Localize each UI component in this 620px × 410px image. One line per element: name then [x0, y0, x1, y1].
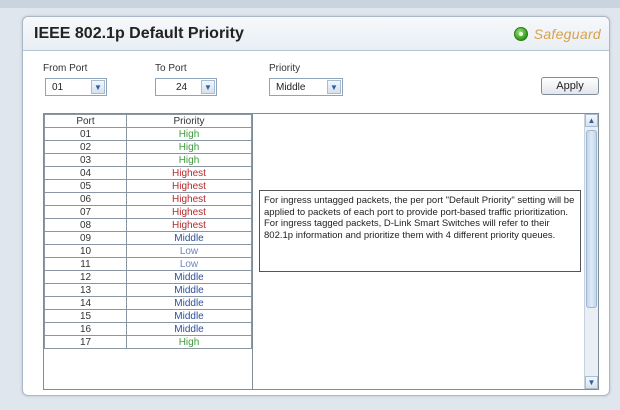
to-port-label: To Port	[155, 63, 187, 74]
port-cell: 07	[44, 205, 127, 219]
status-dot-icon	[513, 27, 528, 41]
port-priority-table: Port Priority 01 High 02 High 03 High 04 Highes…	[44, 114, 252, 349]
priority-select[interactable]: Middle ▼	[269, 78, 343, 96]
port-column-header: Port	[44, 114, 127, 128]
port-cell: 06	[44, 192, 127, 206]
info-text-untagged: For ingress untagged packets, the per po…	[264, 195, 575, 218]
priority-value: Middle	[276, 81, 306, 93]
chevron-down-icon: ▼	[201, 80, 215, 94]
chevron-up-icon[interactable]: ▲	[585, 114, 598, 127]
port-cell: 09	[44, 231, 127, 245]
priority-cell: High	[126, 153, 252, 167]
table-row: 09 Middle	[44, 231, 252, 245]
port-priority-table-container: Port Priority 01 High 02 High 03 High 04 Highes…	[43, 113, 253, 390]
scrollbar-thumb[interactable]	[586, 130, 597, 308]
priority-cell: High	[126, 335, 252, 349]
priority-label: Priority	[269, 63, 301, 74]
port-cell: 04	[44, 166, 127, 180]
vertical-scrollbar[interactable]: ▲ ▼	[584, 114, 598, 389]
priority-cell: Highest	[126, 218, 252, 232]
priority-cell: Highest	[126, 205, 252, 219]
safeguard-indicator[interactable]: Safeguard	[513, 26, 601, 42]
from-port-value: 01	[52, 81, 64, 93]
info-text-tagged: For ingress tagged packets, D-Link Smart…	[264, 218, 556, 241]
main-panel: IEEE 802.1p Default Priority Safeguard F…	[22, 16, 610, 396]
chevron-down-icon[interactable]: ▼	[585, 376, 598, 389]
table-row: 11 Low	[44, 257, 252, 271]
table-row: 15 Middle	[44, 309, 252, 323]
page-title: IEEE 802.1p Default Priority	[34, 25, 244, 42]
priority-cell: Middle	[126, 283, 252, 297]
chevron-down-icon: ▼	[327, 80, 341, 94]
priority-column-header: Priority	[126, 114, 252, 128]
priority-cell: High	[126, 127, 252, 141]
priority-cell: High	[126, 140, 252, 154]
chevron-down-icon: ▼	[91, 80, 105, 94]
table-row: 02 High	[44, 140, 252, 154]
to-port-value: 24	[175, 81, 188, 93]
priority-cell: Highest	[126, 166, 252, 180]
port-cell: 16	[44, 322, 127, 336]
window-top-frame	[0, 0, 620, 8]
safeguard-label: Safeguard	[533, 26, 601, 42]
table-row: 12 Middle	[44, 270, 252, 284]
priority-cell: Middle	[126, 322, 252, 336]
apply-button[interactable]: Apply	[541, 77, 599, 95]
port-cell: 05	[44, 179, 127, 193]
port-cell: 15	[44, 309, 127, 323]
to-port-select[interactable]: 24 ▼	[155, 78, 217, 96]
title-bar: IEEE 802.1p Default Priority Safeguard	[23, 17, 609, 51]
port-cell: 02	[44, 140, 127, 154]
from-port-select[interactable]: 01 ▼	[45, 78, 107, 96]
port-cell: 01	[44, 127, 127, 141]
table-row: 13 Middle	[44, 283, 252, 297]
table-row: 06 Highest	[44, 192, 252, 206]
priority-cell: Low	[126, 244, 252, 258]
table-row: 16 Middle	[44, 322, 252, 336]
table-row: 14 Middle	[44, 296, 252, 310]
table-row: 10 Low	[44, 244, 252, 258]
info-box: For ingress untagged packets, the per po…	[259, 190, 581, 272]
port-cell: 03	[44, 153, 127, 167]
table-row: 17 High	[44, 335, 252, 349]
table-row: 01 High	[44, 127, 252, 141]
table-header-row: Port Priority	[44, 114, 252, 128]
table-row: 03 High	[44, 153, 252, 167]
table-row: 04 Highest	[44, 166, 252, 180]
table-row: 05 Highest	[44, 179, 252, 193]
port-cell: 13	[44, 283, 127, 297]
table-row: 08 Highest	[44, 218, 252, 232]
priority-cell: Middle	[126, 270, 252, 284]
port-cell: 12	[44, 270, 127, 284]
priority-cell: Middle	[126, 296, 252, 310]
port-cell: 14	[44, 296, 127, 310]
from-port-label: From Port	[43, 63, 88, 74]
port-cell: 10	[44, 244, 127, 258]
description-area: For ingress untagged packets, the per po…	[253, 113, 599, 390]
priority-cell: Highest	[126, 179, 252, 193]
port-cell: 08	[44, 218, 127, 232]
port-cell: 11	[44, 257, 127, 271]
port-cell: 17	[44, 335, 127, 349]
priority-cell: Highest	[126, 192, 252, 206]
priority-cell: Low	[126, 257, 252, 271]
priority-cell: Middle	[126, 309, 252, 323]
priority-cell: Middle	[126, 231, 252, 245]
table-row: 07 Highest	[44, 205, 252, 219]
